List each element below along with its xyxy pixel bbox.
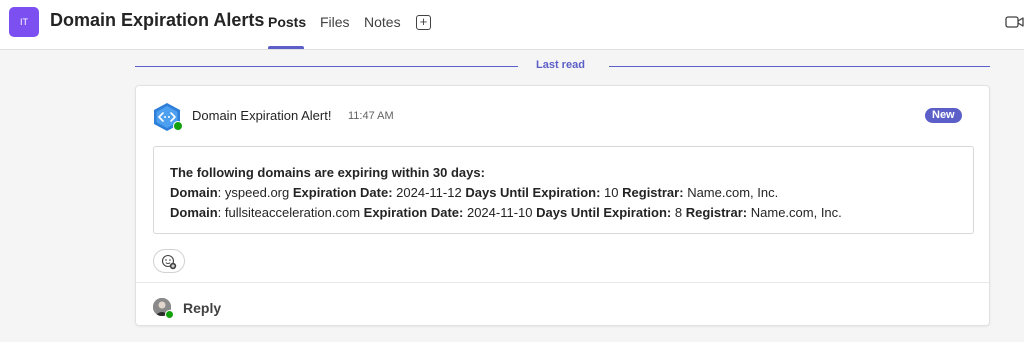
new-badge: New	[925, 108, 962, 123]
tab-notes[interactable]: Notes	[364, 14, 401, 30]
channel-title: Domain Expiration Alerts	[50, 10, 265, 30]
tab-files[interactable]: Files	[320, 14, 350, 30]
video-camera-icon[interactable]	[1005, 14, 1024, 30]
last-read-line-right	[609, 66, 990, 67]
domain-row: Domain: fullsiteacceleration.com Expirat…	[170, 205, 842, 220]
presence-online-icon	[173, 121, 183, 131]
add-tab-icon[interactable]: +	[416, 15, 431, 30]
team-avatar[interactable]: IT	[9, 7, 39, 37]
sender-name[interactable]: Domain Expiration Alert!	[192, 108, 331, 123]
last-read-label: Last read	[536, 59, 585, 71]
emoji-add-icon	[161, 254, 177, 270]
add-reaction-button[interactable]	[153, 249, 185, 273]
reply-divider	[136, 282, 989, 283]
message-timestamp: 11:47 AM	[348, 110, 394, 122]
message-body: The following domains are expiring withi…	[153, 146, 974, 234]
message-card: Domain Expiration Alert! 11:47 AM New Th…	[135, 85, 990, 326]
presence-online-icon	[165, 310, 174, 319]
reply-button[interactable]: Reply	[183, 300, 221, 316]
tab-posts[interactable]: Posts	[268, 14, 306, 30]
channel-header: IT Domain Expiration Alerts Posts Files …	[0, 0, 1024, 50]
active-tab-indicator	[268, 46, 304, 49]
last-read-line-left	[135, 66, 518, 67]
message-intro: The following domains are expiring withi…	[170, 165, 485, 180]
domain-row: Domain: yspeed.org Expiration Date: 2024…	[170, 185, 779, 200]
